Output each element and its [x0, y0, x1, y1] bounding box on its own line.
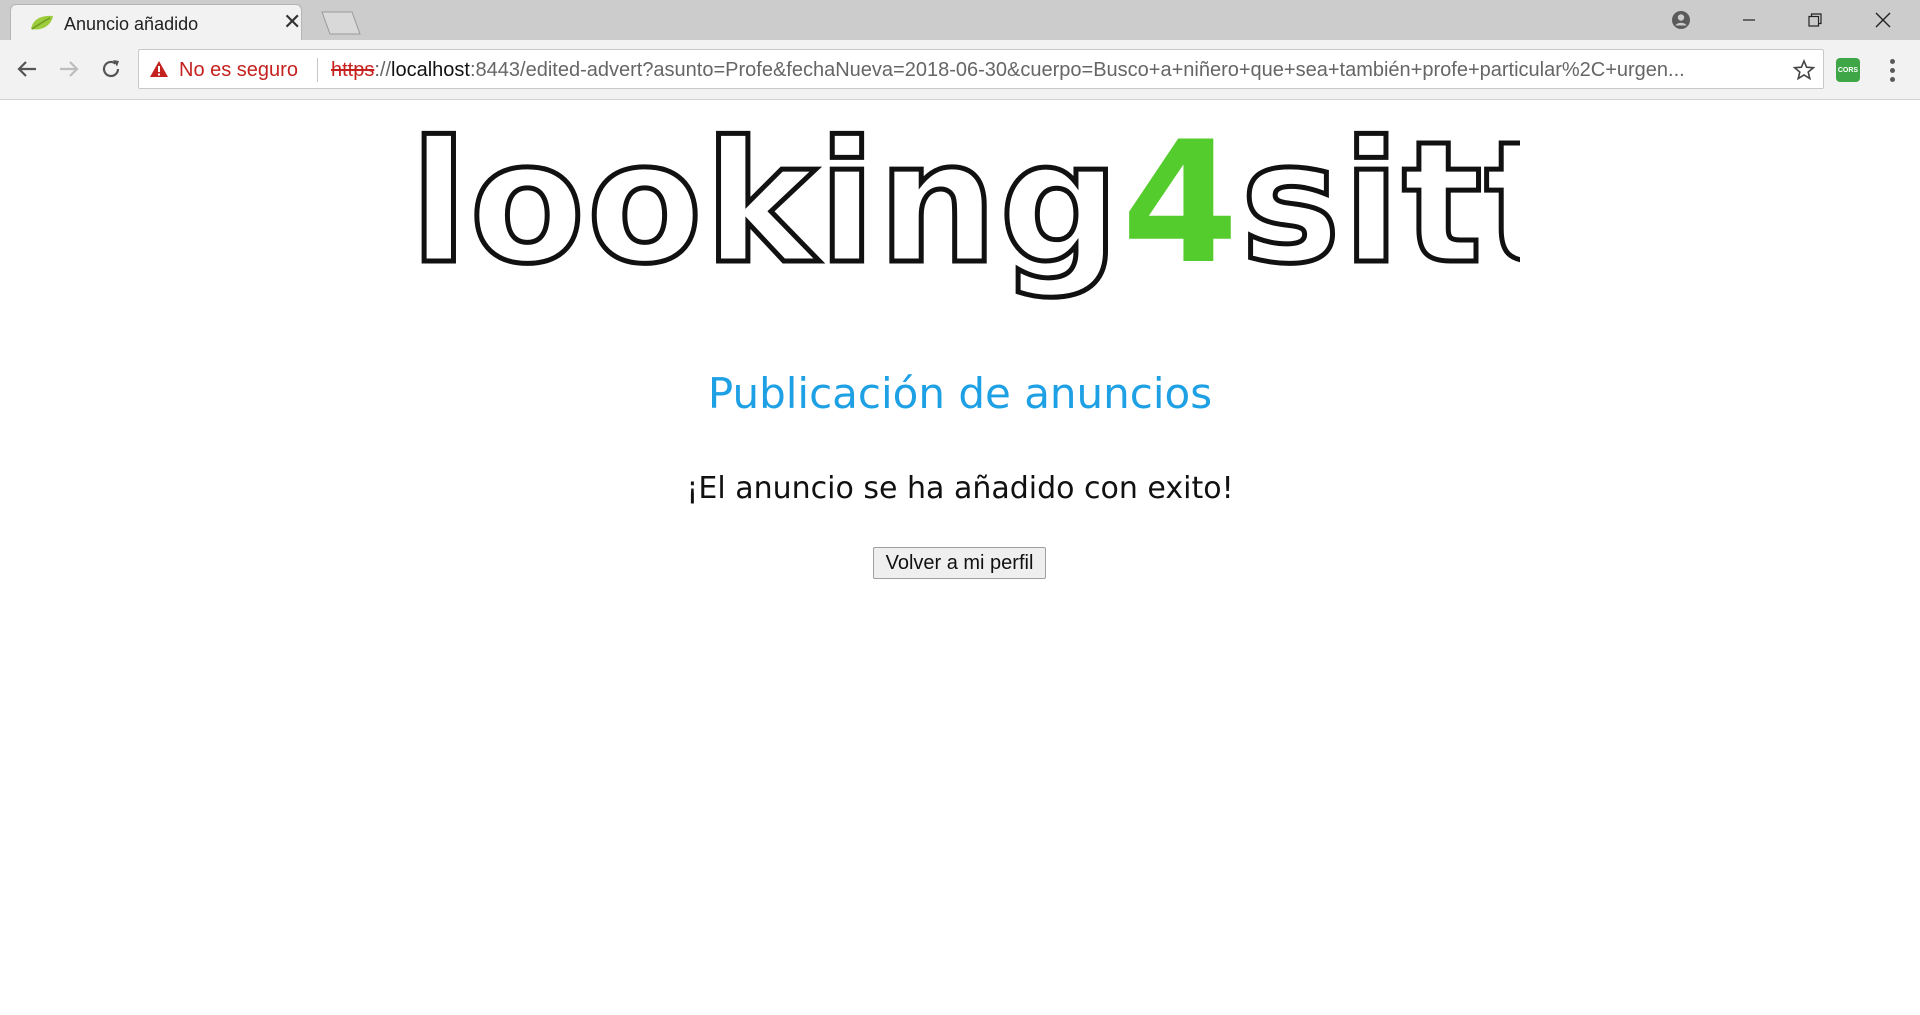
- favicon-leaf-icon: [31, 15, 53, 30]
- profile-icon[interactable]: [1650, 0, 1712, 40]
- url-scheme: https: [331, 59, 375, 81]
- back-to-profile-button[interactable]: Volver a mi perfil: [873, 547, 1046, 579]
- cors-extension-label: CORS: [1837, 66, 1859, 74]
- security-label[interactable]: No es seguro: [179, 59, 298, 82]
- logo-text-four: 4: [1122, 111, 1241, 301]
- browser-titlebar: Anuncio añadido ✕: [0, 0, 1920, 40]
- menu-kebab-icon[interactable]: [1880, 55, 1904, 85]
- window-close-icon[interactable]: [1852, 0, 1914, 40]
- cors-extension-icon[interactable]: CORS: [1836, 58, 1860, 82]
- forward-arrow-icon[interactable]: [54, 54, 84, 84]
- divider: [317, 58, 318, 82]
- url-text[interactable]: https://localhost:8443/edited-advert?asu…: [331, 59, 1787, 82]
- restore-icon[interactable]: [1784, 0, 1846, 40]
- warning-icon: [150, 61, 168, 77]
- url-path: :8443/edited-advert?asunto=Profe&fechaNu…: [469, 59, 1685, 81]
- back-arrow-icon[interactable]: [12, 54, 42, 84]
- minimize-icon[interactable]: [1718, 0, 1780, 40]
- site-logo: looking4sitter: [410, 111, 1520, 301]
- logo-text-looking: looking: [410, 111, 1122, 301]
- logo-text-sitter: sitter: [1241, 111, 1521, 301]
- browser-tab[interactable]: Anuncio añadido ✕: [10, 4, 302, 40]
- success-message: ¡El anuncio se ha añadido con exito!: [686, 471, 1234, 506]
- tab-title: Anuncio añadido: [64, 14, 199, 34]
- page-title: Publicación de anuncios: [707, 369, 1213, 418]
- close-icon[interactable]: ✕: [283, 11, 301, 33]
- svg-text:looking4sitter: looking4sitter: [410, 111, 1520, 301]
- reload-icon[interactable]: [96, 54, 126, 84]
- browser-toolbar: No es seguro https://localhost:8443/edit…: [0, 40, 1920, 100]
- address-bar[interactable]: No es seguro https://localhost:8443/edit…: [138, 49, 1824, 89]
- bookmark-star-icon[interactable]: [1791, 57, 1817, 83]
- new-tab-icon[interactable]: [316, 10, 362, 36]
- page-content: looking4sitter Publicación de anuncios ¡…: [0, 101, 1920, 1015]
- url-host: localhost: [391, 59, 470, 81]
- url-separator: ://: [374, 59, 392, 81]
